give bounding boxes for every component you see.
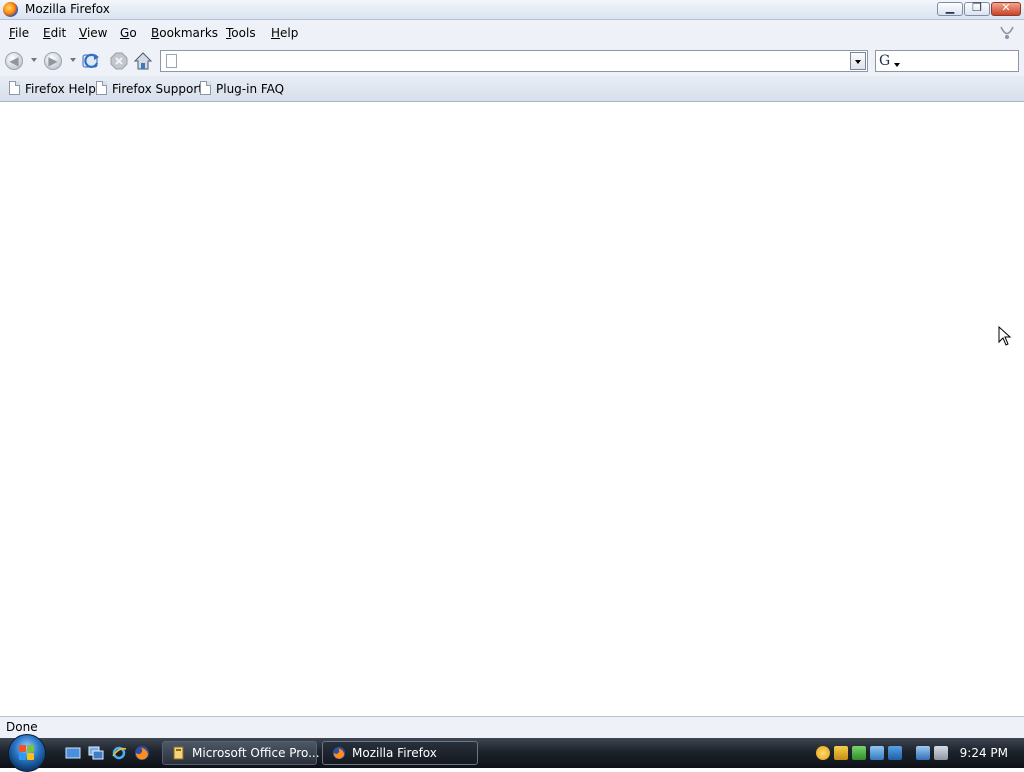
bookmark-page-icon [96,81,107,95]
network-icon[interactable] [888,746,902,760]
taskbar-button-office[interactable]: Microsoft Office Pro... [162,741,320,765]
firefox-icon[interactable] [134,745,150,761]
menu-bookmarks[interactable]: Bookmarks [151,26,218,40]
back-button[interactable]: ◀ [5,52,23,70]
menu-tools[interactable]: Tools [226,26,256,40]
restore-icon: ❐ [972,1,982,14]
home-button[interactable] [133,51,153,71]
page-icon [166,54,177,68]
reload-button[interactable] [81,51,101,71]
back-history-dropdown[interactable] [31,58,37,62]
internet-explorer-icon[interactable] [111,745,127,761]
close-button[interactable]: ✕ [991,1,1021,16]
status-bar: Done [0,716,1024,738]
window-title: Mozilla Firefox [25,2,110,16]
office-setup-icon [173,746,184,760]
network-sharing-icon[interactable] [870,746,884,760]
search-bar[interactable]: G [875,50,1019,72]
menu-view[interactable]: View [79,26,107,40]
volume-muted-icon[interactable] [934,746,948,760]
taskbar-label: Mozilla Firefox [352,746,437,760]
taskbar-label: Microsoft Office Pro... [192,746,320,760]
url-history-dropdown-button[interactable] [850,52,866,70]
minimize-icon: ▁ [945,1,955,14]
bookmark-page-icon [200,81,211,95]
bookmarks-toolbar: Firefox Help Firefox Support Plug-in FAQ [0,76,1024,102]
antivirus-icon[interactable] [852,746,866,760]
clock[interactable]: 9:24 PM [960,746,1008,760]
taskbar: Microsoft Office Pro... Mozilla Firefox … [0,734,1024,772]
bookmark-page-icon [9,81,20,95]
windows-flag-icon [19,745,35,761]
start-button[interactable] [8,734,46,772]
close-icon: ✕ [1001,1,1011,14]
bookmark-firefox-support[interactable]: Firefox Support [112,82,203,96]
firefox-logo-icon [3,2,18,17]
maximize-button[interactable]: ❐ [964,1,990,16]
mouse-cursor-icon [998,326,1012,346]
menu-help[interactable]: Help [271,26,298,40]
minimize-button[interactable]: ▁ [937,1,963,16]
bookmark-plugin-faq[interactable]: Plug-in FAQ [216,82,284,96]
bookmark-firefox-help[interactable]: Firefox Help [25,82,96,96]
menu-edit[interactable]: Edit [43,26,66,40]
display-icon[interactable] [916,746,930,760]
throbber-icon [1000,26,1014,39]
menubar: File Edit View Go Bookmarks Tools Help [0,20,1024,46]
search-engine-chevron-icon[interactable] [894,63,900,67]
taskbar-button-firefox[interactable]: Mozilla Firefox [322,741,478,765]
window-controls: ▁ ❐ ✕ [937,1,1021,16]
menu-go[interactable]: Go [120,26,137,40]
search-input[interactable] [902,53,1016,71]
google-icon[interactable]: G [879,53,890,69]
notification-area: 9:24 PM [814,741,1024,765]
show-desktop-icon[interactable] [65,745,81,761]
page-content[interactable] [0,102,1024,716]
url-input[interactable] [183,53,847,71]
firefox-icon [332,746,346,760]
forward-history-dropdown[interactable] [70,58,76,62]
address-bar[interactable] [160,50,868,72]
forward-button[interactable]: ▶ [44,52,62,70]
security-shield-icon[interactable] [834,746,848,760]
windows-live-icon[interactable] [816,746,830,760]
window-titlebar[interactable]: Mozilla Firefox ▁ ❐ ✕ [0,0,1024,20]
switch-windows-icon[interactable] [88,745,104,761]
back-icon: ◀ [9,54,19,68]
status-text: Done [6,720,38,734]
menu-file[interactable]: File [9,26,29,40]
stop-button[interactable] [110,52,128,70]
forward-icon: ▶ [48,54,58,68]
